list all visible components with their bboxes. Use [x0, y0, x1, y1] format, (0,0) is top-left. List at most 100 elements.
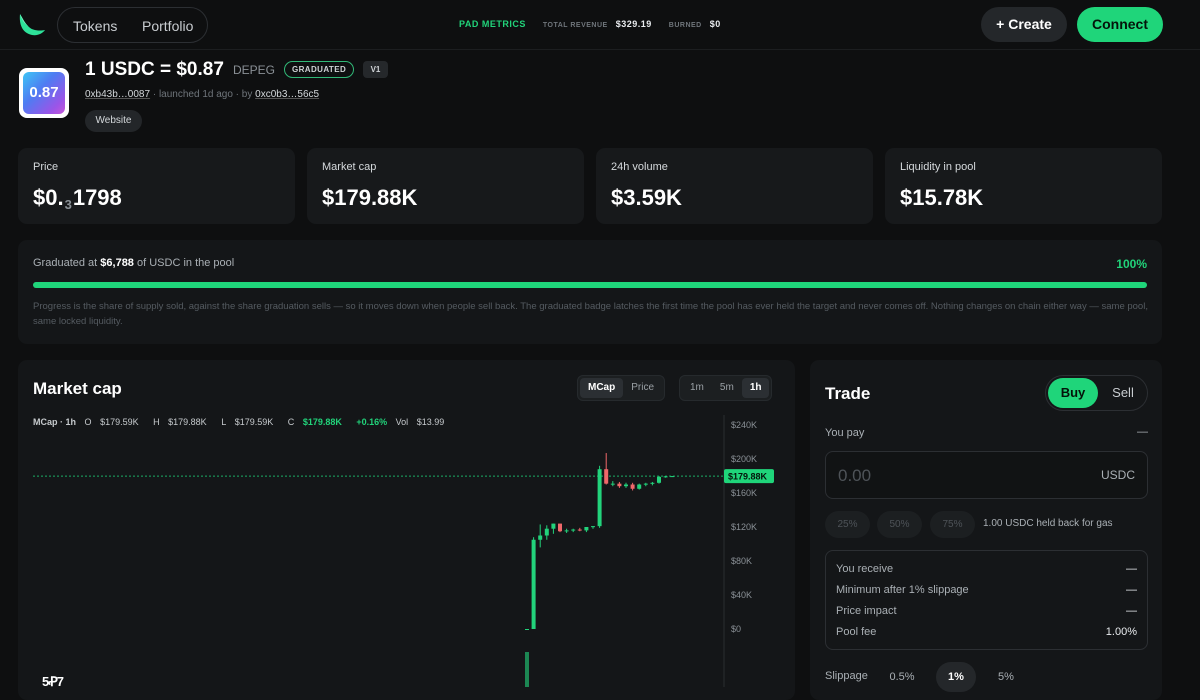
market-cap-chart[interactable]: $240K $200K $160K $120K $80K $40K $0 $179.88K: [18, 360, 795, 687]
stat-label: Market cap: [322, 161, 377, 173]
candle-body: [591, 526, 595, 528]
graduation-percent: 100%: [1116, 257, 1147, 271]
candle-body: [610, 483, 615, 485]
nav-pill: Tokens Portfolio: [57, 7, 208, 43]
stat-label: Liquidity in pool: [900, 161, 976, 173]
token-symbol: DEPEG: [233, 63, 276, 77]
stat-value: $3.59K: [611, 185, 682, 210]
summary-label: Price impact: [836, 605, 897, 617]
y-tick-label: $160K: [731, 488, 757, 498]
summary-row: Price impact —: [836, 605, 1137, 617]
quick-75-button[interactable]: 75%: [930, 511, 975, 538]
stat-value: $179.88K: [322, 185, 418, 210]
summary-label: You receive: [836, 563, 894, 575]
sell-tab[interactable]: Sell: [1098, 378, 1148, 408]
token-image: 0.87: [19, 68, 69, 118]
candle-body: [617, 483, 622, 487]
metrics-title: PAD METRICS: [459, 19, 526, 29]
quick-50-button[interactable]: 50%: [877, 511, 922, 538]
pay-currency: USDC: [1100, 468, 1135, 482]
chart-panel: Market cap MCap Price 1m 5m 1h MCap · 1h…: [18, 360, 795, 700]
connect-button[interactable]: Connect: [1077, 7, 1163, 42]
revenue-value: $329.19: [615, 19, 652, 29]
website-button[interactable]: Website: [85, 110, 142, 132]
candle-body: [544, 528, 549, 536]
watermark: 5Ꝓ7: [42, 674, 64, 689]
candle-body: [624, 484, 628, 487]
buy-tab[interactable]: Buy: [1048, 378, 1098, 408]
creator-address-link[interactable]: 0xc0b3…56c5: [255, 89, 319, 100]
summary-row: Minimum after 1% slippage —: [836, 584, 1137, 596]
price-zero-count: 3: [64, 197, 72, 212]
graduation-progress-fill: [33, 282, 1147, 288]
candle-body: [663, 476, 668, 478]
stat-card-market-cap: Market cap $179.88K: [307, 148, 584, 224]
pay-amount-input[interactable]: [838, 464, 1058, 488]
stat-card-price: Price $0.31798: [18, 148, 295, 224]
slippage-1-button[interactable]: 1%: [936, 662, 976, 692]
pay-amount-box: USDC: [825, 451, 1148, 499]
token-image-text: 0.87: [23, 72, 65, 114]
candle-body: [525, 629, 529, 630]
candle-body: [650, 482, 655, 484]
slippage-5-button[interactable]: 5%: [986, 662, 1026, 692]
token-name: 1 USDC = $0.87: [85, 59, 224, 80]
trade-title: Trade: [825, 384, 871, 403]
price-prefix: $0.: [33, 185, 64, 210]
graduated-badge: GRADUATED: [284, 61, 355, 78]
candle-body: [577, 529, 582, 531]
candle-body: [597, 469, 602, 527]
burned-value: $0: [709, 19, 721, 29]
stat-value: $0.31798: [33, 185, 122, 212]
launched-text: · launched 1d ago · by: [152, 89, 253, 100]
slippage-0-5-button[interactable]: 0.5%: [882, 662, 922, 692]
candle-body: [630, 484, 635, 489]
graduation-amount: $6,788: [100, 257, 134, 269]
candle-body: [643, 483, 648, 485]
quick-25-button[interactable]: 25%: [825, 511, 870, 538]
token-address-link[interactable]: 0xb43b…0087: [85, 89, 150, 100]
graduation-label-suffix: of USDC in the pool: [137, 257, 235, 269]
you-pay-value: —: [1137, 426, 1148, 438]
nav-tokens-link[interactable]: Tokens: [73, 18, 117, 34]
y-tick-label: $240K: [731, 420, 757, 430]
candle-body: [538, 535, 543, 540]
stat-label: 24h volume: [611, 161, 668, 173]
y-tick-label: $120K: [731, 522, 757, 532]
summary-label: Minimum after 1% slippage: [836, 584, 969, 596]
candle-body: [657, 476, 661, 483]
candle-body: [531, 539, 536, 629]
trade-summary: You receive — Minimum after 1% slippage — …: [825, 550, 1148, 650]
summary-value: —: [1126, 605, 1137, 617]
summary-row: Pool fee 1.00%: [836, 626, 1137, 638]
candle-body: [584, 527, 589, 531]
revenue-label: TOTAL REVENUE: [542, 22, 608, 29]
candle-body: [551, 523, 556, 529]
y-tick-label: $80K: [731, 556, 752, 566]
create-button[interactable]: + Create: [981, 7, 1067, 42]
pad-metrics: PAD METRICS TOTAL REVENUE $329.19 BURNED…: [459, 19, 721, 29]
logo-icon[interactable]: [16, 12, 46, 38]
price-suffix: 1798: [72, 185, 122, 210]
graduation-label: Graduated at $6,788 of USDC in the pool: [33, 257, 234, 269]
y-tick-label: $200K: [731, 454, 757, 464]
graduation-progress-bar: [33, 282, 1147, 288]
volume-bar: [525, 652, 529, 687]
candle-body: [558, 523, 562, 532]
summary-label: Pool fee: [836, 626, 877, 638]
y-tick-label: $40K: [731, 590, 752, 600]
burned-label: BURNED: [668, 22, 702, 29]
graduation-panel: Graduated at $6,788 of USDC in the pool …: [18, 240, 1162, 344]
candle-body: [571, 529, 576, 531]
candle-body: [670, 476, 675, 478]
gas-note: 1.00 USDC held back for gas: [983, 518, 1113, 529]
stat-card-volume: 24h volume $3.59K: [596, 148, 873, 224]
summary-value: —: [1126, 563, 1137, 575]
token-meta: 0xb43b…0087 · launched 1d ago · by 0xc0b…: [85, 89, 319, 100]
summary-row: You receive —: [836, 563, 1137, 575]
nav-portfolio-link[interactable]: Portfolio: [142, 18, 193, 34]
trade-panel: Trade Buy Sell You pay — USDC 25% 50% 75…: [810, 360, 1162, 700]
stat-value: $15.78K: [900, 185, 984, 210]
candle-body: [637, 484, 642, 489]
top-bar: Tokens Portfolio PAD METRICS TOTAL REVEN…: [0, 0, 1200, 50]
